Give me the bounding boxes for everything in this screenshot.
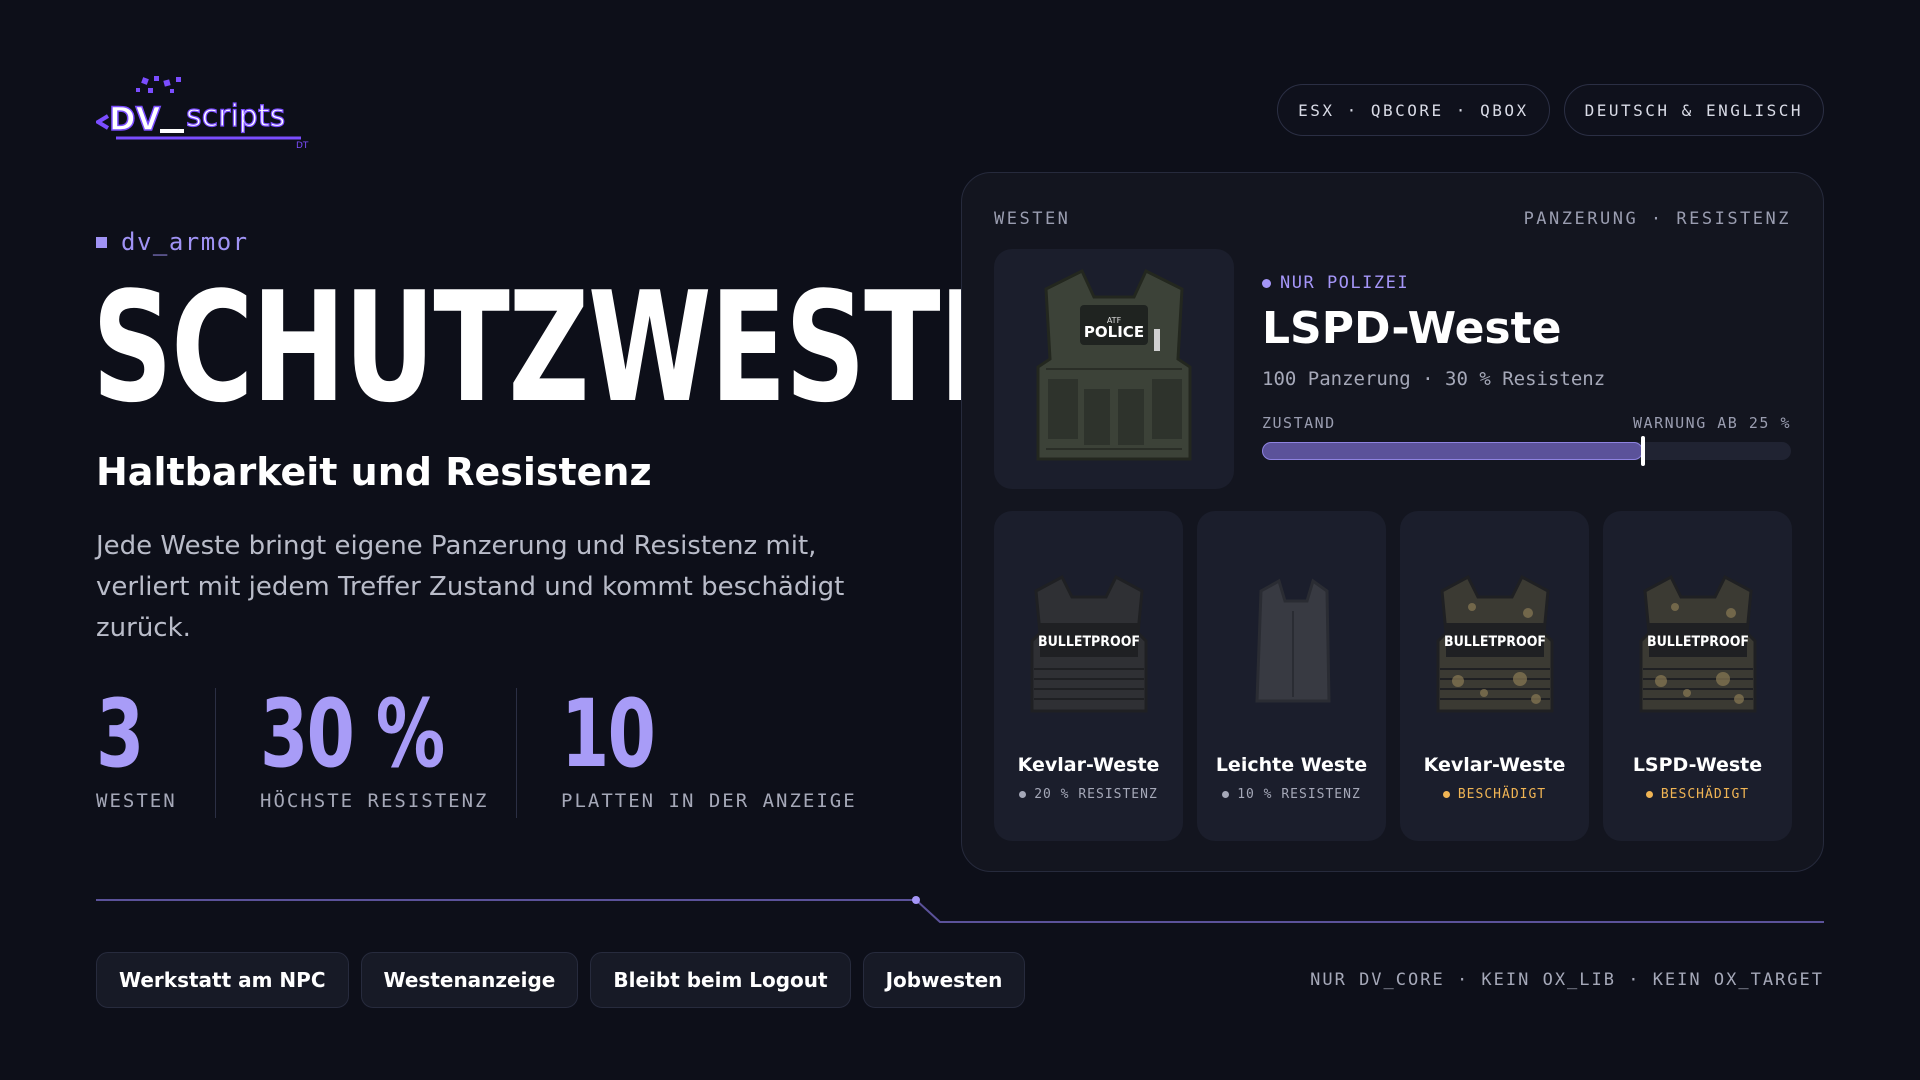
badge-dot-icon xyxy=(1262,278,1271,288)
status-dot-icon xyxy=(1442,791,1450,798)
vest-card-status: BESCHÄDIGT xyxy=(1603,787,1792,802)
feature-chips: Werkstatt am NPC Westenanzeige Bleibt be… xyxy=(96,952,1026,1008)
vest-card-status: BESCHÄDIGT xyxy=(1400,787,1589,802)
condition-bar xyxy=(1262,436,1791,466)
vest-icon: BULLETPROOF xyxy=(1030,574,1148,713)
vest-police-text: POLICE xyxy=(1084,323,1144,341)
condition-bar-marker xyxy=(1640,436,1645,466)
vest-panel: WESTEN PANZERUNG · RESISTENZ ATF POLICE … xyxy=(961,172,1824,872)
vest-card-name: Kevlar-Weste xyxy=(1017,754,1160,776)
panel-header: WESTEN PANZERUNG · RESISTENZ xyxy=(994,209,1791,229)
vest-card[interactable]: BULLETPROOF Kevlar-Weste BESCHÄDIGT xyxy=(1400,511,1589,841)
status-dot-icon xyxy=(1222,791,1230,798)
vest-icon xyxy=(1255,578,1331,703)
stat-resistenz: 30 % HÖCHSTE RESISTENZ xyxy=(216,688,516,818)
vest-label-text: BULLETPROOF xyxy=(1444,634,1546,650)
stat-label: HÖCHSTE RESISTENZ xyxy=(260,790,489,812)
vest-label-text: BULLETPROOF xyxy=(1038,634,1140,650)
stat-label: WESTEN xyxy=(96,790,177,812)
hero-subtitle: Haltbarkeit und Resistenz xyxy=(96,450,652,494)
stat-label: PLATTEN IN DER ANZEIGE xyxy=(561,790,857,812)
logo-scripts: scripts xyxy=(186,99,285,134)
panel-header-left: WESTEN xyxy=(994,209,1071,229)
vest-card-image: BULLETPROOF xyxy=(1627,561,1768,731)
chip-logout: Bleibt beim Logout xyxy=(590,952,851,1008)
stat-platten: 10 PLATTEN IN DER ANZEIGE xyxy=(517,688,857,818)
condition-label: ZUSTAND xyxy=(1262,414,1336,432)
vest-card[interactable]: BULLETPROOF Kevlar-Weste 20 % RESISTENZ xyxy=(994,511,1183,841)
dependency-note: NUR DV_CORE · KEIN OX_LIB · KEIN OX_TARG… xyxy=(1310,970,1824,990)
status-dot-icon xyxy=(1019,791,1027,798)
featured-vest-stats: 100 Panzerung · 30 % Resistenz xyxy=(1262,368,1606,390)
police-vest-icon: ATF POLICE xyxy=(1036,268,1192,461)
featured-vest-info: NUR POLIZEI LSPD-Weste 100 Panzerung · 3… xyxy=(1262,273,1791,466)
chip-westenanzeige: Westenanzeige xyxy=(360,952,579,1008)
svg-text:DT: DT xyxy=(296,141,309,150)
vest-card-name: LSPD-Weste xyxy=(1632,754,1763,776)
vest-card-image: BULLETPROOF xyxy=(1018,561,1159,731)
badge-text: NUR POLIZEI xyxy=(1280,273,1410,293)
stat-value: 10 xyxy=(561,680,656,789)
language-pill: DEUTSCH & ENGLISCH xyxy=(1563,84,1824,136)
framework-pill: ESX · QBCORE · QBOX xyxy=(1277,84,1550,136)
vest-card-status-text: BESCHÄDIGT xyxy=(1457,787,1547,802)
vest-card-image xyxy=(1221,561,1362,731)
vest-card-status-text: 20 % RESISTENZ xyxy=(1034,787,1158,802)
hero-description: Jede Weste bringt eigene Panzerung und R… xyxy=(96,531,845,643)
stats-row: 3 WESTEN 30 % HÖCHSTE RESISTENZ 10 PLATT… xyxy=(96,688,857,818)
featured-vest-image: ATF POLICE xyxy=(994,249,1234,489)
resource-tag: dv_armor xyxy=(96,228,249,256)
vest-icon: BULLETPROOF xyxy=(1639,574,1757,713)
vest-card-name: Leichte Weste xyxy=(1215,754,1368,776)
vest-card-status: 10 % RESISTENZ xyxy=(1197,787,1386,802)
vest-card-status: 20 % RESISTENZ xyxy=(994,787,1183,802)
vest-card-status-text: BESCHÄDIGT xyxy=(1660,787,1750,802)
warning-label: WARNUNG AB 25 % xyxy=(1633,414,1791,432)
vest-card[interactable]: BULLETPROOF LSPD-Weste BESCHÄDIGT xyxy=(1603,511,1792,841)
panel-header-right: PANZERUNG · RESISTENZ xyxy=(1523,209,1791,229)
section-divider xyxy=(96,896,1824,923)
dv-scripts-logo: DV scripts DT xyxy=(96,76,309,150)
tag-square-icon xyxy=(96,236,107,248)
vest-icon: BULLETPROOF xyxy=(1436,574,1554,713)
vest-cards: BULLETPROOF Kevlar-Weste 20 % RESISTENZ Lei… xyxy=(994,511,1792,841)
condition-bar-fill xyxy=(1262,442,1643,460)
police-only-badge: NUR POLIZEI xyxy=(1262,273,1791,293)
vest-card-name: Kevlar-Weste xyxy=(1423,754,1566,776)
vest-card[interactable]: Leichte Weste 10 % RESISTENZ xyxy=(1197,511,1386,841)
status-dot-icon xyxy=(1645,791,1653,798)
chip-werkstatt: Werkstatt am NPC xyxy=(96,952,349,1008)
logo-dv: DV xyxy=(109,100,161,138)
hero-title: SCHUTZWESTEN xyxy=(92,259,1108,436)
stat-value: 3 xyxy=(96,680,144,789)
featured-vest-title: LSPD-Weste xyxy=(1262,303,1562,354)
vest-card-image: BULLETPROOF xyxy=(1424,561,1565,731)
chip-jobwesten: Jobwesten xyxy=(862,952,1026,1008)
vest-card-status-text: 10 % RESISTENZ xyxy=(1237,787,1361,802)
stat-value: 30 % xyxy=(260,680,445,789)
stat-westen: 3 WESTEN xyxy=(96,688,215,818)
resource-tag-text: dv_armor xyxy=(121,228,249,256)
condition-bar-labels: ZUSTAND WARNUNG AB 25 % xyxy=(1262,414,1791,432)
vest-label-text: BULLETPROOF xyxy=(1647,634,1749,650)
top-pills: ESX · QBCORE · QBOX DEUTSCH & ENGLISCH xyxy=(1277,84,1824,136)
